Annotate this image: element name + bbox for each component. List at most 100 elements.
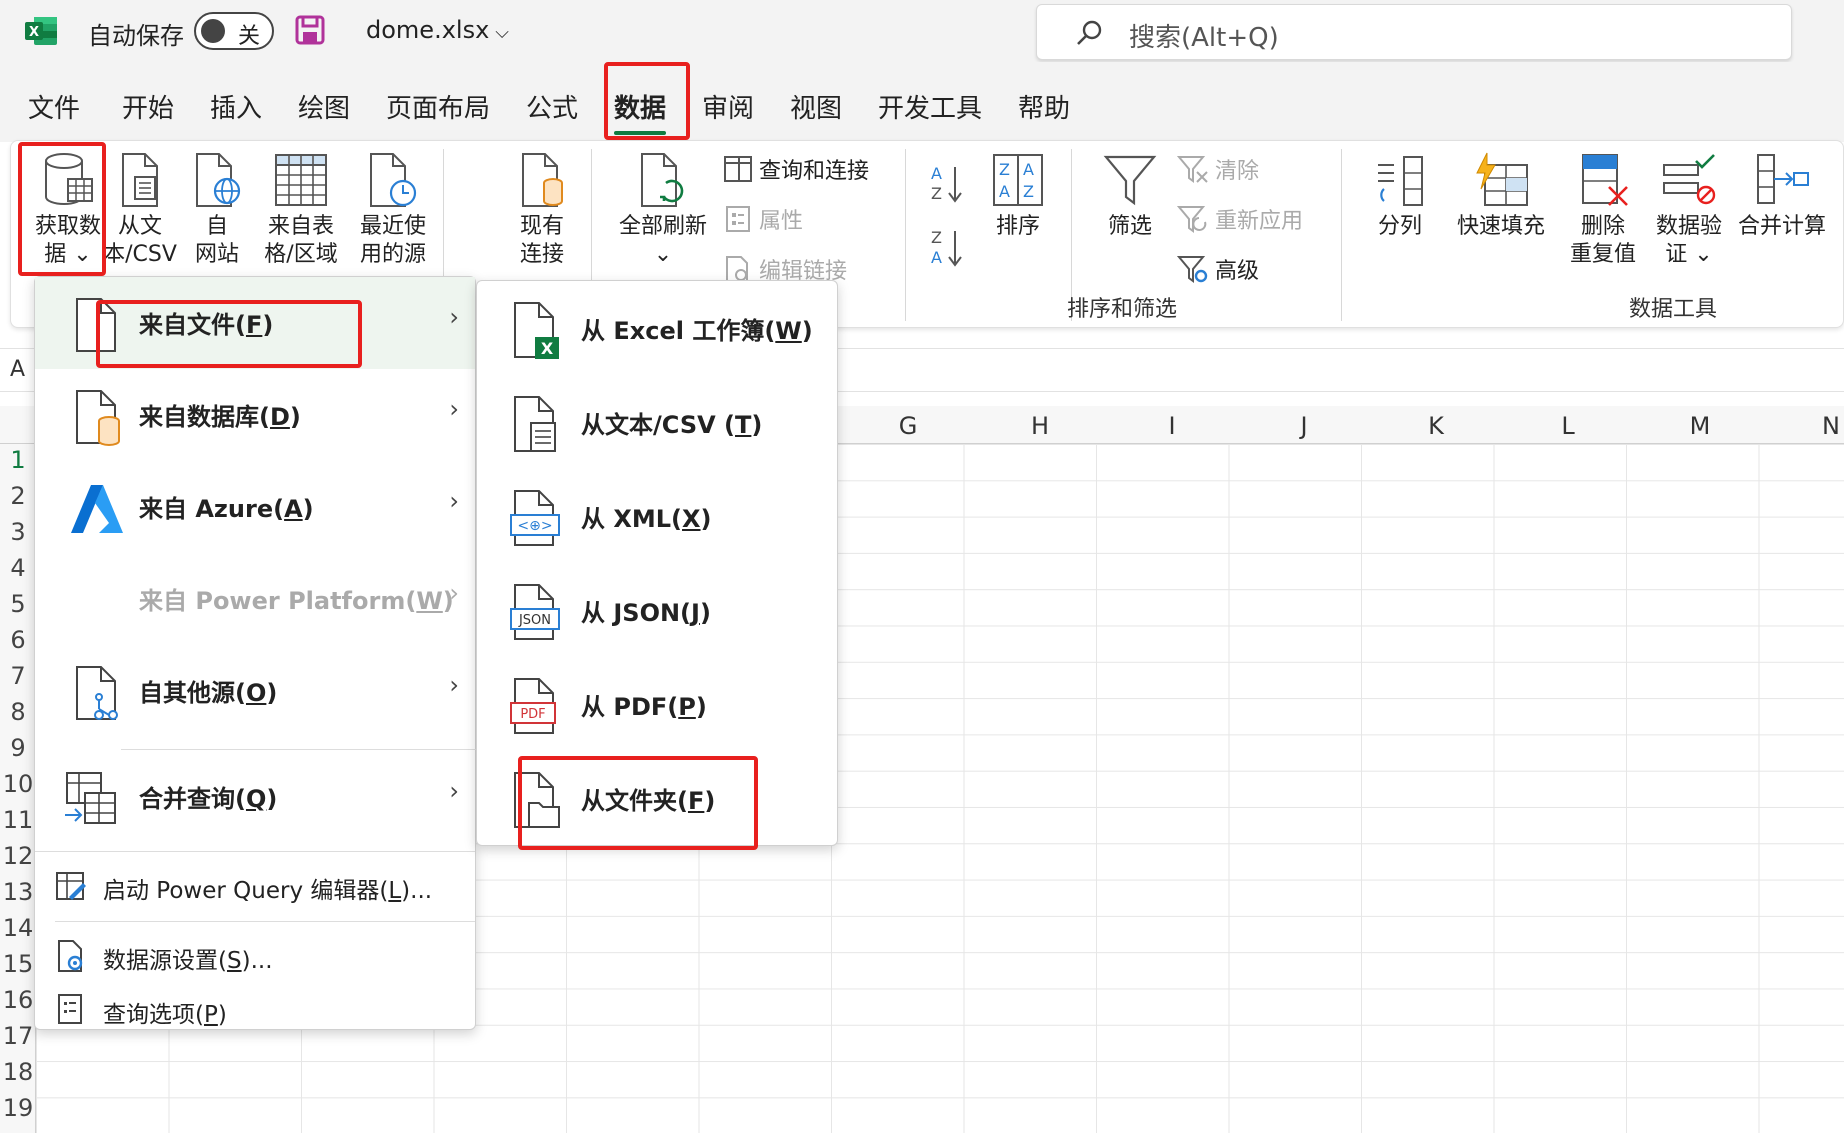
text-to-columns-button[interactable]: 分列 <box>1365 151 1435 241</box>
menu-item-from-azure[interactable]: 来自 Azure(A) › <box>35 461 475 553</box>
consolidate-label: 合并计算 <box>1737 214 1826 239</box>
row-number[interactable]: 4 <box>0 554 36 582</box>
get-data-button[interactable]: 获取数 据 ⌄ <box>33 151 103 269</box>
row-number[interactable]: 3 <box>0 518 36 546</box>
advanced-label: 高级 <box>1215 259 1260 284</box>
sort-ascending-button[interactable]: A Z <box>927 161 967 207</box>
tab-insert[interactable]: 插入 <box>210 88 262 125</box>
column-header-j[interactable]: J <box>1238 412 1370 440</box>
tab-formulas[interactable]: 公式 <box>526 88 578 125</box>
menu-item-from-file[interactable]: 来自文件(F) › <box>35 277 475 369</box>
sort-za-icon: Z A <box>931 228 962 267</box>
row-number[interactable]: 12 <box>0 842 36 870</box>
svg-text:A: A <box>999 182 1010 201</box>
menu-item-from-xml[interactable]: <⊕> 从 XML(X) <box>477 469 837 563</box>
chevron-right-icon: › <box>449 395 459 423</box>
from-table-range-button[interactable]: 来自表 格/区域 <box>259 151 343 269</box>
tab-data[interactable]: 数据 <box>614 88 667 135</box>
flash-fill-label: 快速填充 <box>1456 214 1545 239</box>
row-number[interactable]: 15 <box>0 950 36 978</box>
tab-help[interactable]: 帮助 <box>1018 88 1070 125</box>
row-number[interactable]: 8 <box>0 698 36 726</box>
azure-icon <box>71 485 123 533</box>
row-number[interactable]: 18 <box>0 1058 36 1086</box>
row-number[interactable]: 19 <box>0 1094 36 1122</box>
clear-filter-button[interactable]: 清除 <box>1177 153 1259 185</box>
chevron-right-icon: › <box>449 579 459 607</box>
remove-duplicates-button[interactable]: 删除 重复值 <box>1561 151 1645 269</box>
tab-developer[interactable]: 开发工具 <box>878 88 982 125</box>
menu-label: 合并查询(Q) <box>139 785 278 813</box>
folder-icon <box>514 772 560 828</box>
row-number[interactable]: 10 <box>0 770 36 798</box>
from-table-label-2: 格/区域 <box>264 242 338 267</box>
flash-fill-button[interactable]: 快速填充 <box>1451 151 1551 241</box>
menu-item-from-text-csv[interactable]: 从文本/CSV (T) <box>477 375 837 469</box>
column-header-i[interactable]: I <box>1106 412 1238 440</box>
svg-text:A: A <box>931 248 942 267</box>
menu-item-from-pdf[interactable]: PDF 从 PDF(P) <box>477 657 837 751</box>
search-box[interactable]: 搜索(Alt+Q) <box>1036 4 1792 60</box>
query-options-icon <box>58 994 82 1024</box>
refresh-all-button[interactable]: 全部刷新 ⌄ <box>611 151 715 269</box>
row-number[interactable]: 16 <box>0 986 36 1014</box>
row-number[interactable]: 7 <box>0 662 36 690</box>
save-icon[interactable] <box>294 14 326 46</box>
autosave-toggle[interactable]: 关 <box>194 12 274 50</box>
row-number[interactable]: 17 <box>0 1022 36 1050</box>
data-validation-button[interactable]: 数据验 证 ⌄ <box>1647 151 1731 269</box>
menu-item-launch-power-query[interactable]: 启动 Power Query 编辑器(L)... <box>35 859 455 913</box>
column-header-m[interactable]: M <box>1634 412 1766 440</box>
sort-descending-button[interactable]: Z A <box>927 225 967 271</box>
from-web-label-2: 网站 <box>194 242 239 267</box>
row-number[interactable]: 1 <box>0 446 36 474</box>
column-header-g[interactable]: G <box>842 412 974 440</box>
menu-item-data-source-settings[interactable]: 数据源设置(S)... <box>35 929 455 983</box>
row-number[interactable]: 13 <box>0 878 36 906</box>
name-box[interactable]: A <box>10 357 25 382</box>
column-header-l[interactable]: L <box>1502 412 1634 440</box>
chevron-right-icon: › <box>449 303 459 331</box>
tab-file[interactable]: 文件 <box>28 88 80 125</box>
column-header-h[interactable]: H <box>974 412 1106 440</box>
row-number[interactable]: 11 <box>0 806 36 834</box>
menu-item-from-excel-workbook[interactable]: X 从 Excel 工作簿(W) <box>477 281 837 375</box>
tab-view[interactable]: 视图 <box>790 88 842 125</box>
reapply-button[interactable]: 重新应用 <box>1177 203 1303 235</box>
queries-connections-label: 查询和连接 <box>759 159 870 184</box>
power-query-editor-icon <box>56 872 86 900</box>
properties-button[interactable]: 属性 <box>723 203 803 235</box>
from-web-button[interactable]: 自 网站 <box>183 151 251 269</box>
menu-item-from-json[interactable]: JSON 从 JSON(J) <box>477 563 837 657</box>
tab-page-layout[interactable]: 页面布局 <box>386 88 490 125</box>
consolidate-button[interactable]: 合并计算 <box>1727 151 1837 241</box>
recent-sources-button[interactable]: 最近使 用的源 <box>351 151 435 269</box>
row-number[interactable]: 5 <box>0 590 36 618</box>
filter-button[interactable]: 筛选 <box>1095 151 1165 241</box>
column-header-n[interactable]: N <box>1766 412 1844 440</box>
column-header-k[interactable]: K <box>1370 412 1502 440</box>
menu-item-from-folder[interactable]: 从文件夹(F) <box>477 751 837 845</box>
tab-review[interactable]: 审阅 <box>702 88 754 125</box>
menu-item-from-other-sources[interactable]: 自其他源(O) › <box>35 645 475 737</box>
advanced-filter-button[interactable]: 高级 <box>1177 253 1259 285</box>
menu-item-from-database[interactable]: 来自数据库(D) › <box>35 369 475 461</box>
row-number[interactable]: 9 <box>0 734 36 762</box>
menu-tabs: 文件 开始 插入 绘图 页面布局 公式 数据 审阅 视图 开发工具 帮助 <box>0 62 1844 142</box>
tab-home[interactable]: 开始 <box>122 88 174 125</box>
menu-item-combine-queries[interactable]: 合并查询(Q) › <box>35 751 475 843</box>
from-text-csv-button[interactable]: 从文 本/CSV <box>103 151 177 269</box>
sort-dialog-icon: Z A A Z <box>993 154 1043 206</box>
search-placeholder: 搜索(Alt+Q) <box>1129 23 1279 53</box>
tab-draw[interactable]: 绘图 <box>298 88 350 125</box>
sort-button[interactable]: Z A A Z 排序 <box>983 151 1053 241</box>
menu-item-from-power-platform[interactable]: 来自 Power Platform(W) › <box>35 553 475 645</box>
row-number[interactable]: 6 <box>0 626 36 654</box>
row-number[interactable]: 2 <box>0 482 36 510</box>
file-name[interactable]: dome.xlsx ⌵ <box>366 16 509 44</box>
row-number[interactable]: 14 <box>0 914 36 942</box>
menu-item-query-options[interactable]: 查询选项(P) <box>35 983 455 1037</box>
existing-connections-button[interactable]: 现有 连接 <box>505 151 579 269</box>
chevron-down-icon: ⌵ <box>495 22 509 43</box>
queries-connections-button[interactable]: 查询和连接 <box>723 153 869 185</box>
